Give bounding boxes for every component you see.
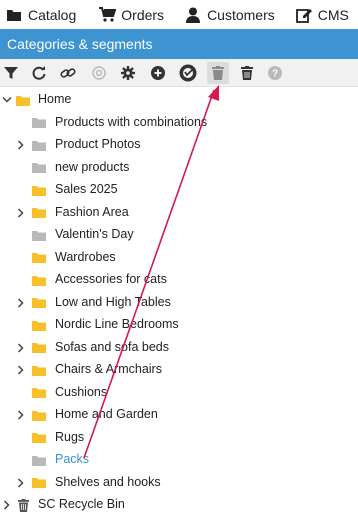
chevron-down-icon[interactable] xyxy=(1,94,13,106)
tree-item[interactable]: Products with combinations xyxy=(0,112,358,134)
tree-item-label: Products with combinations xyxy=(55,114,208,129)
tree-item-label: Valentin's Day xyxy=(55,227,134,241)
tree-item[interactable]: Wardrobes xyxy=(0,247,358,269)
nav-customers[interactable]: Customers xyxy=(184,0,281,29)
tree-item[interactable]: Nordic Line Bedrooms xyxy=(0,314,358,336)
folder-icon xyxy=(31,340,47,356)
tree-item-label: Low and High Tables xyxy=(55,294,171,309)
folder-icon xyxy=(31,272,47,288)
folder-icon xyxy=(31,182,47,198)
tree-toolbar: ? xyxy=(0,59,358,87)
trash-icon xyxy=(15,497,31,513)
tree-item-label: Shelves and hooks xyxy=(55,474,161,489)
nav-catalog-label: Catalog xyxy=(28,6,77,23)
svg-text:?: ? xyxy=(272,69,278,80)
tree-item[interactable]: Low and High Tables xyxy=(0,292,358,314)
tree-item[interactable]: new products xyxy=(0,157,358,179)
folder-icon xyxy=(31,250,47,266)
tree-item[interactable]: Rugs xyxy=(0,427,358,449)
chevron-right-icon[interactable] xyxy=(15,139,27,151)
tree-item[interactable]: Chairs & Armchairs xyxy=(0,359,358,381)
tree-item-label: Rugs xyxy=(55,429,85,444)
chevron-right-icon[interactable] xyxy=(15,207,27,219)
gear-icon[interactable] xyxy=(117,62,139,84)
nav-customers-label: Customers xyxy=(207,6,275,23)
tree-item-label: Sofas and sofa beds xyxy=(55,339,169,354)
cart-icon xyxy=(98,6,116,24)
nav-orders-label: Orders xyxy=(121,6,165,23)
folder-icon xyxy=(31,205,47,221)
folder-icon xyxy=(31,317,47,333)
tree-item-label: Product Photos xyxy=(55,137,141,151)
trash-icon[interactable] xyxy=(236,62,258,84)
chevron-right-icon[interactable] xyxy=(15,364,27,376)
folder-icon xyxy=(31,407,47,423)
chevron-right-icon[interactable] xyxy=(15,297,27,309)
edit-icon xyxy=(295,6,313,24)
chevron-right-icon[interactable] xyxy=(1,499,13,511)
folder-icon xyxy=(31,160,47,176)
nav-cms-label: CMS xyxy=(317,6,349,23)
link-icon[interactable] xyxy=(57,62,79,84)
nav-catalog[interactable]: Catalog xyxy=(5,0,82,29)
tree-item[interactable]: Valentin's Day xyxy=(0,224,358,246)
nav-cms[interactable]: CMS xyxy=(295,0,355,29)
folder-icon xyxy=(31,115,47,131)
folder-icon xyxy=(31,430,47,446)
tree-item-label: Chairs & Armchairs xyxy=(55,362,162,376)
panel-title: Categories & segments xyxy=(0,29,358,59)
trash-active-icon[interactable] xyxy=(207,62,229,84)
tree-item-label: Home xyxy=(38,92,72,106)
user-icon xyxy=(184,6,202,24)
help-icon[interactable]: ? xyxy=(264,62,286,84)
tree-item[interactable]: Sales 2025 xyxy=(0,179,358,201)
folder-icon xyxy=(31,137,47,153)
tree-item[interactable]: Fashion Area xyxy=(0,202,358,224)
at-icon[interactable] xyxy=(88,62,110,84)
folder-icon xyxy=(15,92,31,108)
tree-item-label: new products xyxy=(55,159,130,174)
tree-item-label: Packs xyxy=(55,452,90,466)
folder-icon xyxy=(31,452,47,468)
tree-item-label: Accessories for cats xyxy=(55,272,167,286)
folder-icon xyxy=(31,385,47,401)
chevron-right-icon[interactable] xyxy=(15,342,27,354)
nav-orders[interactable]: Orders xyxy=(98,0,170,29)
folder-icon xyxy=(31,227,47,243)
tree-item[interactable]: Cushions xyxy=(0,382,358,404)
tree-item[interactable]: Sofas and sofa beds xyxy=(0,337,358,359)
folder-icon xyxy=(31,362,47,378)
chevron-right-icon[interactable] xyxy=(15,409,27,421)
mark-icon[interactable] xyxy=(177,62,199,84)
tree-item-label: SC Recycle Bin xyxy=(38,497,125,511)
add-icon[interactable] xyxy=(147,62,169,84)
chevron-right-icon[interactable] xyxy=(15,477,27,489)
tree-item[interactable]: Accessories for cats xyxy=(0,269,358,291)
tree-item-home[interactable]: Home xyxy=(0,89,358,111)
tree-item-label: Wardrobes xyxy=(55,249,116,264)
tree-item-label: Cushions xyxy=(55,384,108,399)
tree-item-label: Fashion Area xyxy=(55,204,129,219)
tree-item-label: Home and Garden xyxy=(55,407,158,421)
refresh-icon[interactable] xyxy=(28,62,50,84)
tree-item[interactable]: Packs xyxy=(0,449,358,471)
tree-item-label: Sales 2025 xyxy=(55,182,118,196)
top-navigation: Catalog Orders Customers CMS xyxy=(0,0,358,29)
tree-item[interactable]: Home and Garden xyxy=(0,404,358,426)
tree-item-label: Nordic Line Bedrooms xyxy=(55,317,179,331)
folder-icon xyxy=(31,295,47,311)
tree-item[interactable]: Shelves and hooks xyxy=(0,472,358,494)
tree-item-recycle-bin[interactable]: SC Recycle Bin xyxy=(0,494,358,516)
tree-item[interactable]: Product Photos xyxy=(0,134,358,156)
filter-icon[interactable] xyxy=(0,62,22,84)
folder-icon xyxy=(31,475,47,491)
folder-icon xyxy=(5,6,23,24)
